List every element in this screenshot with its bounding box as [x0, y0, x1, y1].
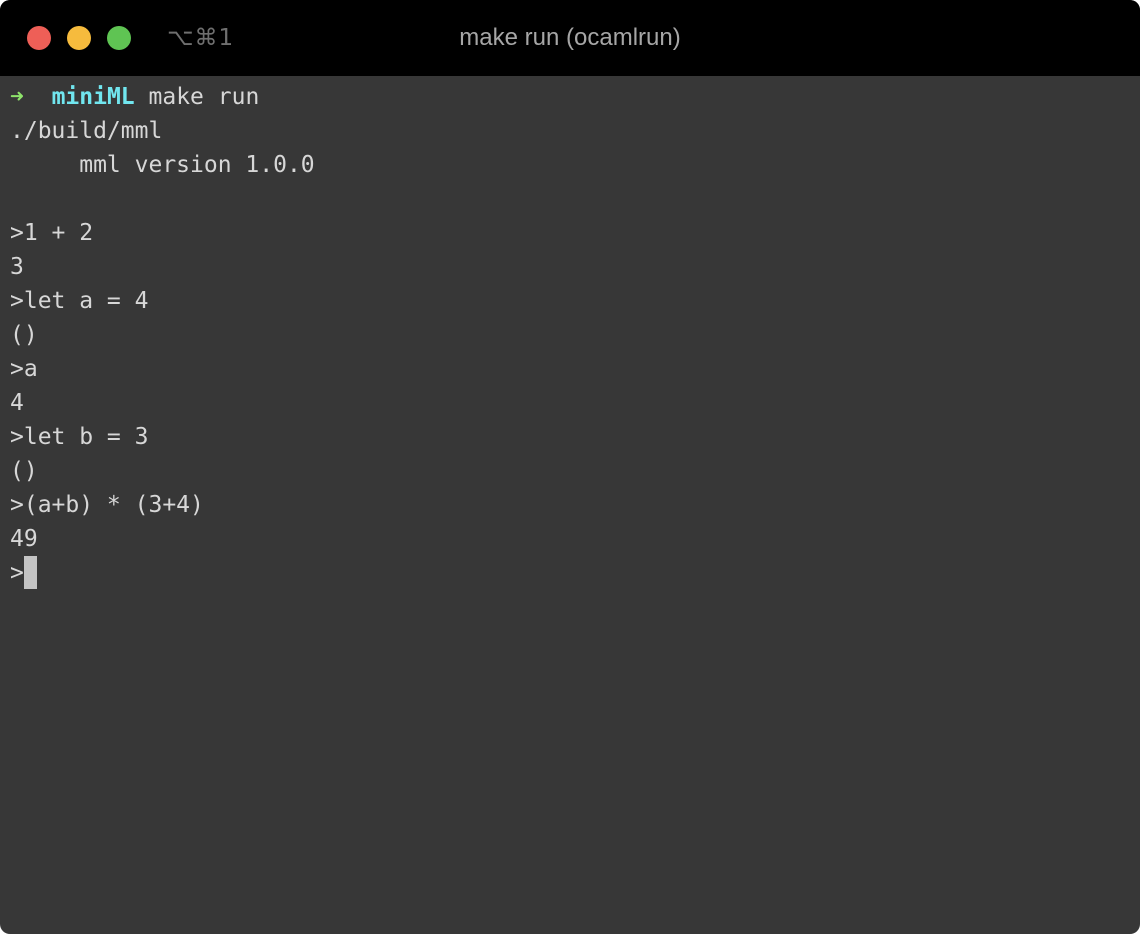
repl-input-line: >let a = 4 [10, 288, 149, 314]
terminal-window: ⌥⌘1 make run (ocamlrun) ➜ miniML make ru… [0, 0, 1140, 934]
window-title: make run (ocamlrun) [459, 24, 681, 51]
repl-prompt-line[interactable]: > [10, 556, 1130, 590]
repl-input-line: >(a+b) * (3+4) [10, 492, 204, 518]
terminal-output[interactable]: ➜ miniML make run ./build/mml mml versio… [10, 80, 1130, 590]
repl-input-line: >a [10, 356, 38, 382]
repl-output-line: 49 [10, 526, 38, 552]
repl-output-line: 4 [10, 390, 24, 416]
text-cursor [23, 556, 37, 589]
prompt-command: make run [148, 84, 260, 110]
prompt-arrow-icon: ➜ [10, 84, 24, 110]
shell-prompt-line: ➜ miniML make run [10, 80, 1130, 114]
title-bar[interactable]: ⌥⌘1 make run (ocamlrun) [0, 0, 1140, 76]
output-line: ./build/mml [10, 118, 163, 144]
repl-output-line: 3 [10, 254, 24, 280]
output-line: mml version 1.0.0 [10, 152, 315, 178]
repl-input-line: >1 + 2 [10, 220, 94, 246]
repl-output-line: () [10, 458, 38, 484]
repl-prompt: > [10, 560, 24, 586]
repl-input-line: >let b = 3 [10, 424, 149, 450]
prompt-directory: miniML [51, 84, 135, 110]
repl-output-line: () [10, 322, 38, 348]
